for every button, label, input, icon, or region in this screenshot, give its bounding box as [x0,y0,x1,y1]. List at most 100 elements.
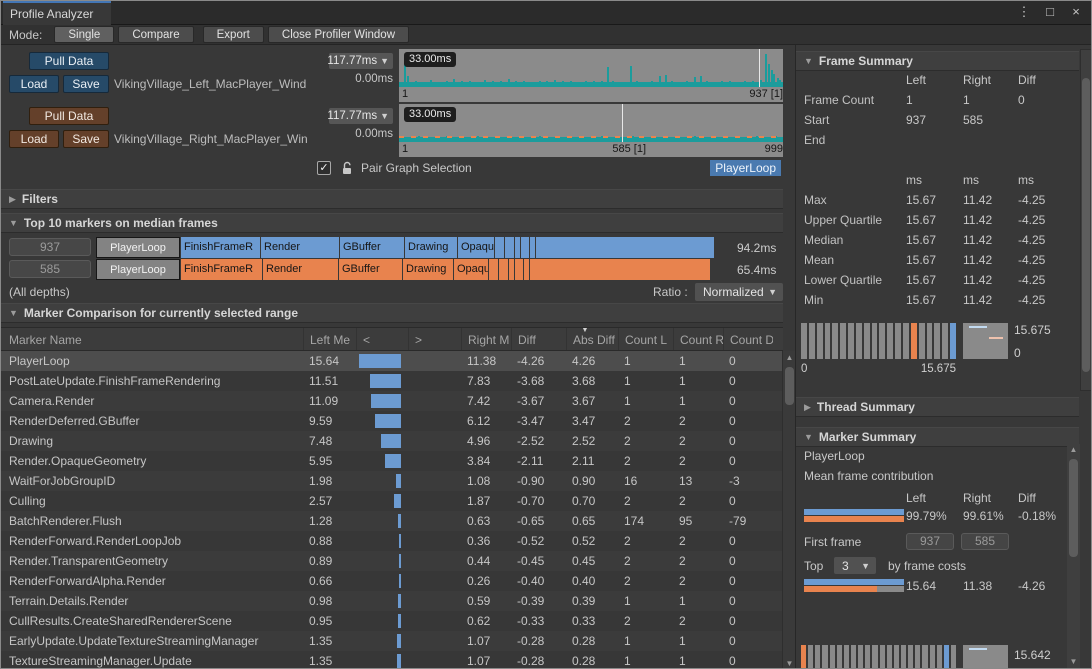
table-row[interactable]: PostLateUpdate.FinishFrameRendering11.51… [1,371,783,391]
pull-data-right-button[interactable]: Pull Data [29,107,109,125]
ratio-dropdown[interactable]: Normalized ▼ [695,283,783,301]
marker-segment[interactable] [495,237,504,258]
chevron-down-icon: ▼ [804,56,813,66]
save-left-button[interactable]: Save [63,75,109,93]
column-header-<[interactable]: < [356,328,408,350]
toolbar-close-profiler-window-button[interactable]: Close Profiler Window [268,26,409,43]
first-frame-left-button[interactable]: 937 [906,533,954,550]
frame-range-left-dropdown[interactable]: 117.77ms ▼ [329,53,393,69]
first-frame-right-button[interactable]: 585 [961,533,1009,550]
toolbar-export-button[interactable]: Export [203,26,264,43]
top-n-dropdown[interactable]: 3 ▼ [834,557,876,574]
cell-num: 11.09 [303,394,356,408]
marker-segment[interactable]: Render [263,259,338,280]
marker-summary-scrollbar-thumb[interactable] [1069,459,1078,557]
marker-segment[interactable] [489,259,498,280]
marker-segment[interactable] [505,237,514,258]
unlock-icon[interactable] [341,161,353,179]
table-row[interactable]: PlayerLoop15.6411.38-4.264.26110 [1,351,783,371]
mode-compare-button[interactable]: Compare [118,26,193,43]
table-scrollbar-thumb[interactable] [785,367,794,405]
marker-boxplot[interactable] [963,645,1008,669]
table-row[interactable]: TextureStreamingManager.Update1.351.07-0… [1,651,783,669]
marker-segment[interactable]: FinishFrameR [181,259,262,280]
table-row[interactable]: RenderForward.RenderLoopJob0.880.36-0.52… [1,531,783,551]
column-header-abs-diff[interactable]: Abs Diff▼ [566,328,618,350]
thread-summary-header[interactable]: ▶ Thread Summary [796,397,1079,417]
column-header-count-l[interactable]: Count L [618,328,673,350]
marker-summary-header[interactable]: ▼ Marker Summary [796,427,1079,447]
table-row[interactable]: WaitForJobGroupID1.981.08-0.900.901613-3 [1,471,783,491]
frame-histogram[interactable] [801,323,956,359]
marker-segment[interactable] [521,237,529,258]
frame-summary-header[interactable]: ▼ Frame Summary [796,51,1079,71]
table-row[interactable]: RenderForwardAlpha.Render0.660.26-0.400.… [1,571,783,591]
marker-segment[interactable]: GBuffer [340,237,404,258]
table-row[interactable]: Render.OpaqueGeometry5.953.84-2.112.1122… [1,451,783,471]
frame-boxplot[interactable] [963,323,1008,359]
column-header-count-d[interactable]: Count D [723,328,773,350]
marker-segment[interactable]: Drawing [405,237,457,258]
scroll-down-icon[interactable]: ▼ [1067,657,1080,666]
table-row[interactable]: BatchRenderer.Flush1.280.63-0.650.651749… [1,511,783,531]
marker-segment[interactable] [515,237,520,258]
frame-time-graph-left[interactable]: 33.00ms [399,49,783,87]
marker-histogram[interactable] [801,645,956,669]
marker-summary-scrollbar[interactable]: ▲ ▼ [1067,444,1080,668]
table-row[interactable]: Camera.Render11.097.42-3.673.67110 [1,391,783,411]
marker-segment[interactable]: Opaqu [454,259,488,280]
marker-segment[interactable] [509,259,514,280]
frame-summary-scrollbar-thumb[interactable] [1082,78,1090,372]
marker-segment[interactable]: PlayerLoop [96,237,180,258]
column-header-left-me[interactable]: Left Me [303,328,356,350]
marker-segment[interactable]: Drawing [403,259,453,280]
marker-segment[interactable]: PlayerLoop [96,259,180,280]
marker-segment[interactable] [530,237,535,258]
marker-segment[interactable] [536,237,714,258]
marker-segment[interactable]: Opaqu [458,237,494,258]
table-row[interactable]: Drawing7.484.96-2.522.52220 [1,431,783,451]
column-header-count-r[interactable]: Count R [673,328,723,350]
table-row[interactable]: Culling2.571.87-0.700.70220 [1,491,783,511]
comparison-section-header[interactable]: ▼ Marker Comparison for currently select… [1,303,783,323]
column-header-diff[interactable]: Diff [511,328,566,350]
frame-index-button[interactable]: 585 [9,260,91,278]
table-row[interactable]: Terrain.Details.Render0.980.59-0.390.391… [1,591,783,611]
marker-segment[interactable]: FinishFrameR [181,237,260,258]
scroll-up-icon[interactable]: ▲ [1067,445,1080,454]
frame-summary-scrollbar[interactable] [1080,49,1092,391]
kebab-menu-icon[interactable]: ⋮ [1017,4,1031,20]
frame-index-button[interactable]: 937 [9,238,91,256]
table-row[interactable]: Render.TransparentGeometry0.890.44-0.450… [1,551,783,571]
marker-segment[interactable] [530,259,710,280]
marker-segment[interactable] [499,259,508,280]
close-icon[interactable]: × [1069,4,1083,20]
marker-segment[interactable] [524,259,529,280]
table-row[interactable]: CullResults.CreateSharedRendererScene0.9… [1,611,783,631]
marker-segment[interactable]: GBuffer [339,259,402,280]
mode-single-button[interactable]: Single [54,26,114,43]
pair-graph-checkbox[interactable]: ✓ [317,161,331,175]
load-right-button[interactable]: Load [9,130,59,148]
selected-marker-tag[interactable]: PlayerLoop [710,160,781,176]
column-header-marker-name[interactable]: Marker Name [1,328,303,350]
save-right-button[interactable]: Save [63,130,109,148]
frame-time-graph-right[interactable]: 33.00ms [399,104,783,142]
pull-data-left-button[interactable]: Pull Data [29,52,109,70]
table-row[interactable]: RenderDeferred.GBuffer9.596.12-3.473.472… [1,411,783,431]
window-tab[interactable]: Profile Analyzer [3,1,111,25]
axis-end-label: 999 [765,143,783,155]
graph-spike [484,80,486,87]
maximize-icon[interactable]: □ [1043,4,1057,20]
filters-section-header[interactable]: ▶ Filters [1,189,783,209]
column-header->[interactable]: > [408,328,461,350]
marker-segment[interactable] [515,259,523,280]
top10-section-header[interactable]: ▼ Top 10 markers on median frames [1,213,783,233]
frame-range-right-dropdown[interactable]: 117.77ms ▼ [329,108,393,124]
table-row[interactable]: EarlyUpdate.UpdateTextureStreamingManage… [1,631,783,651]
load-left-button[interactable]: Load [9,75,59,93]
left-bar [370,374,401,388]
column-header-right-m[interactable]: Right M [461,328,511,350]
table-scrollbar[interactable]: ▲ ▼ [782,351,795,669]
marker-segment[interactable]: Render [261,237,339,258]
